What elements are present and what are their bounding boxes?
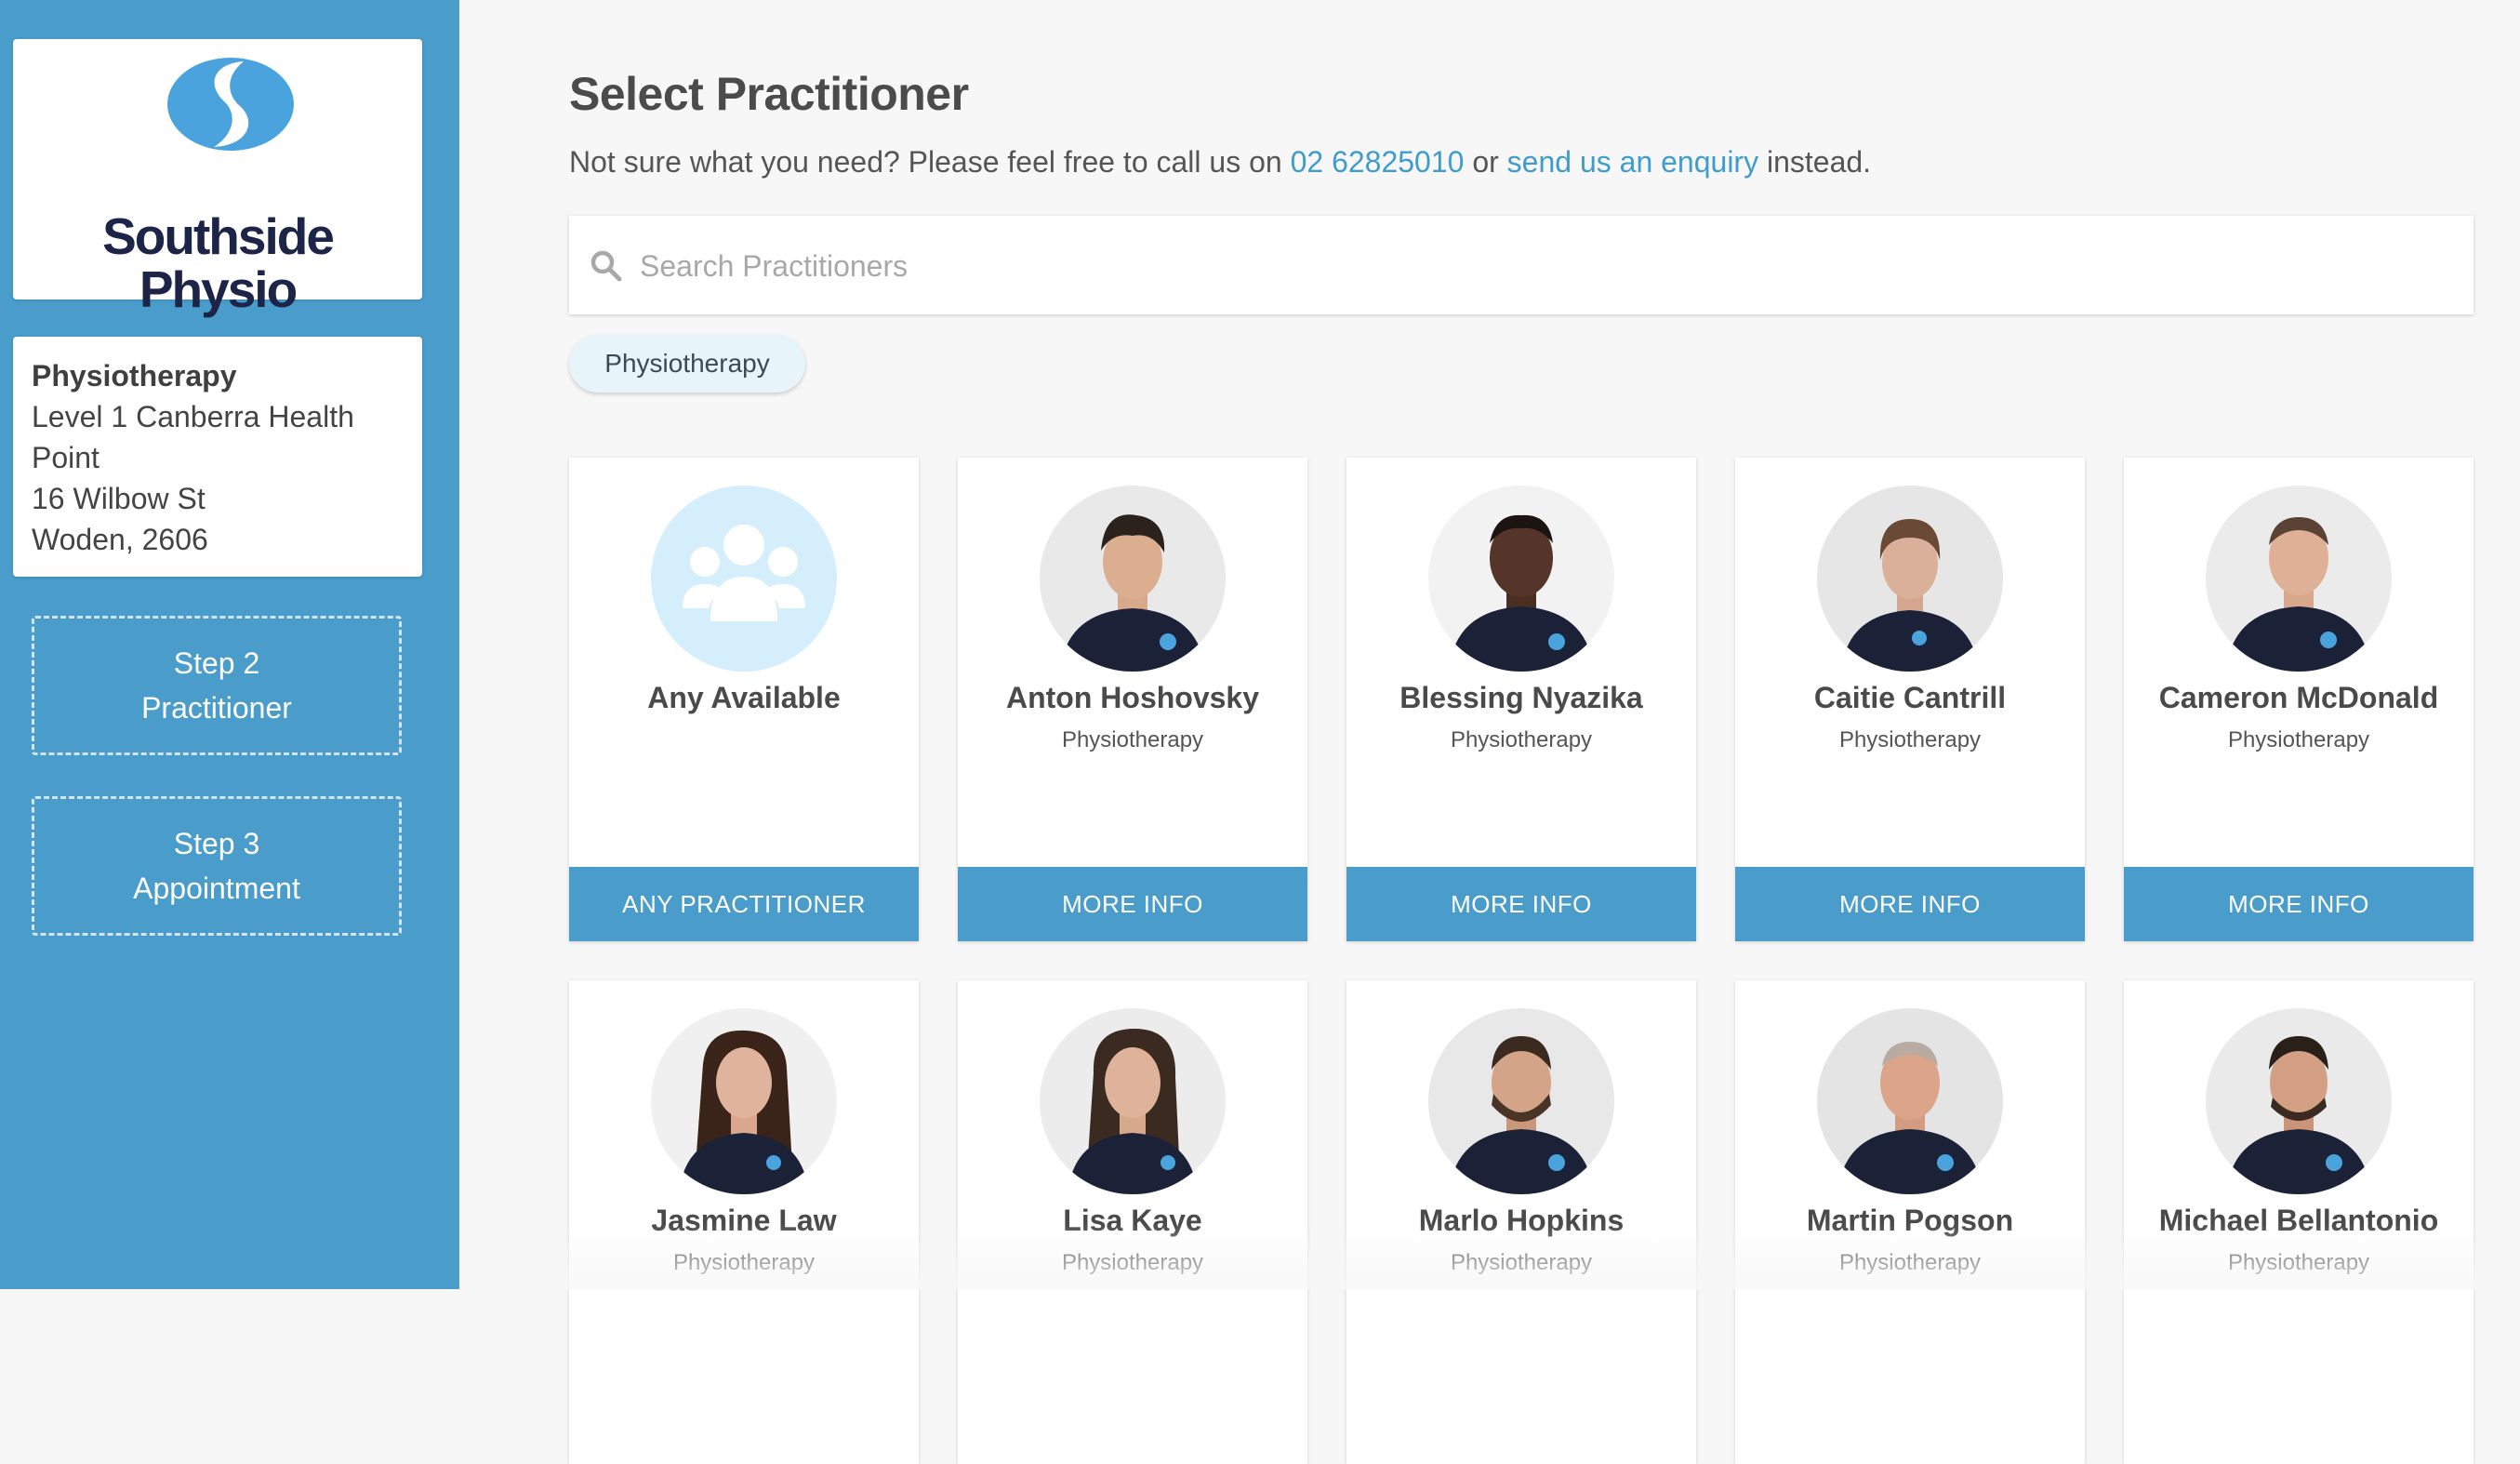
practitioner-name: Lisa Kaye (1063, 1204, 1202, 1237)
group-icon (651, 486, 837, 672)
practitioner-card[interactable]: Cameron McDonald Physiotherapy MORE INFO (2124, 458, 2474, 941)
step-3-number: Step 3 (173, 827, 260, 860)
avatar (1817, 1008, 2003, 1194)
practitioner-name: Anton Hoshovsky (1005, 681, 1260, 714)
practitioner-card[interactable]: Martin Pogson Physiotherapy (1735, 980, 2085, 1464)
practitioner-name: Cameron McDonald (2158, 681, 2439, 714)
avatar (1040, 1008, 1226, 1194)
more-info-button[interactable]: MORE INFO (1735, 867, 2085, 941)
logo-text-line1: Southside (102, 207, 335, 265)
sidebar: Southside Physio Physiotherapy Level 1 C… (0, 0, 459, 1289)
page-title: Select Practitioner (569, 68, 969, 120)
phone-link[interactable]: 02 62825010 (1291, 145, 1465, 179)
search-icon (590, 250, 622, 282)
step-3-appointment[interactable]: Step 3 Appointment (32, 796, 402, 936)
location-service: Physiotherapy (32, 359, 237, 393)
step-3-label: Appointment (133, 872, 300, 905)
practitioner-service: Physiotherapy (1061, 727, 1204, 752)
avatar (1040, 486, 1226, 672)
step-2-label: Practitioner (141, 691, 292, 725)
practitioner-card[interactable]: Anton Hoshovsky Physiotherapy MORE INFO (958, 458, 1307, 941)
location-card: Physiotherapy Level 1 Canberra Health Po… (13, 337, 422, 577)
practitioner-card[interactable]: Jasmine Law Physiotherapy (569, 980, 919, 1464)
practitioner-service: Physiotherapy (2227, 727, 2370, 752)
practitioner-service: Physiotherapy (1061, 1250, 1204, 1275)
intro-suffix: instead. (1758, 145, 1872, 179)
logo-icon (167, 58, 294, 151)
logo-card[interactable]: Southside Physio (13, 39, 422, 316)
practitioner-card-any[interactable]: Any Available ANY PRACTITIONER (569, 458, 919, 941)
intro-prefix: Not sure what you need? Please feel free… (569, 145, 1291, 179)
avatar (1428, 486, 1614, 672)
practitioner-card[interactable]: Michael Bellantonio Physiotherapy (2124, 980, 2474, 1464)
logo-text-line2: Physio (139, 260, 298, 318)
practitioner-name: Caitie Cantrill (1813, 681, 2007, 714)
practitioner-service: Physiotherapy (1450, 1250, 1593, 1275)
avatar (1817, 486, 2003, 672)
avatar (2206, 1008, 2392, 1194)
location-address: Level 1 Canberra Health Point 16 Wilbow … (32, 400, 354, 556)
practitioner-name: Any Available (647, 681, 841, 714)
enquiry-link[interactable]: send us an enquiry (1507, 145, 1758, 179)
practitioner-name: Blessing Nyazika (1399, 681, 1643, 714)
practitioner-name: Jasmine Law (651, 1204, 837, 1237)
practitioner-service: Physiotherapy (1838, 1250, 1982, 1275)
any-practitioner-button[interactable]: ANY PRACTITIONER (569, 867, 919, 941)
search-box[interactable] (569, 216, 2474, 314)
more-info-button[interactable]: MORE INFO (958, 867, 1307, 941)
practitioner-name: Martin Pogson (1806, 1204, 2014, 1237)
main-content: Select Practitioner Not sure what you ne… (459, 0, 2520, 1464)
practitioner-service: Physiotherapy (1450, 727, 1593, 752)
avatar (1428, 1008, 1614, 1194)
practitioner-card[interactable]: Marlo Hopkins Physiotherapy (1346, 980, 1696, 1464)
search-input[interactable] (638, 236, 2446, 296)
intro-mid: or (1464, 145, 1507, 179)
avatar (651, 1008, 837, 1194)
practitioner-service: Physiotherapy (1838, 727, 1982, 752)
practitioner-card[interactable]: Blessing Nyazika Physiotherapy MORE INFO (1346, 458, 1696, 941)
more-info-button[interactable]: MORE INFO (2124, 867, 2474, 941)
practitioner-name: Marlo Hopkins (1418, 1204, 1625, 1237)
more-info-button[interactable]: MORE INFO (1346, 867, 1696, 941)
filter-chip-physiotherapy[interactable]: Physiotherapy (569, 335, 805, 393)
practitioner-service: Physiotherapy (2227, 1250, 2370, 1275)
step-2-practitioner[interactable]: Step 2 Practitioner (32, 616, 402, 755)
step-2-number: Step 2 (173, 646, 260, 680)
practitioner-card[interactable]: Lisa Kaye Physiotherapy (958, 980, 1307, 1464)
practitioner-service: Physiotherapy (672, 1250, 816, 1275)
practitioner-name: Michael Bellantonio (2158, 1204, 2439, 1237)
intro-text: Not sure what you need? Please feel free… (569, 145, 1871, 180)
avatar (2206, 486, 2392, 672)
practitioner-card[interactable]: Caitie Cantrill Physiotherapy MORE INFO (1735, 458, 2085, 941)
